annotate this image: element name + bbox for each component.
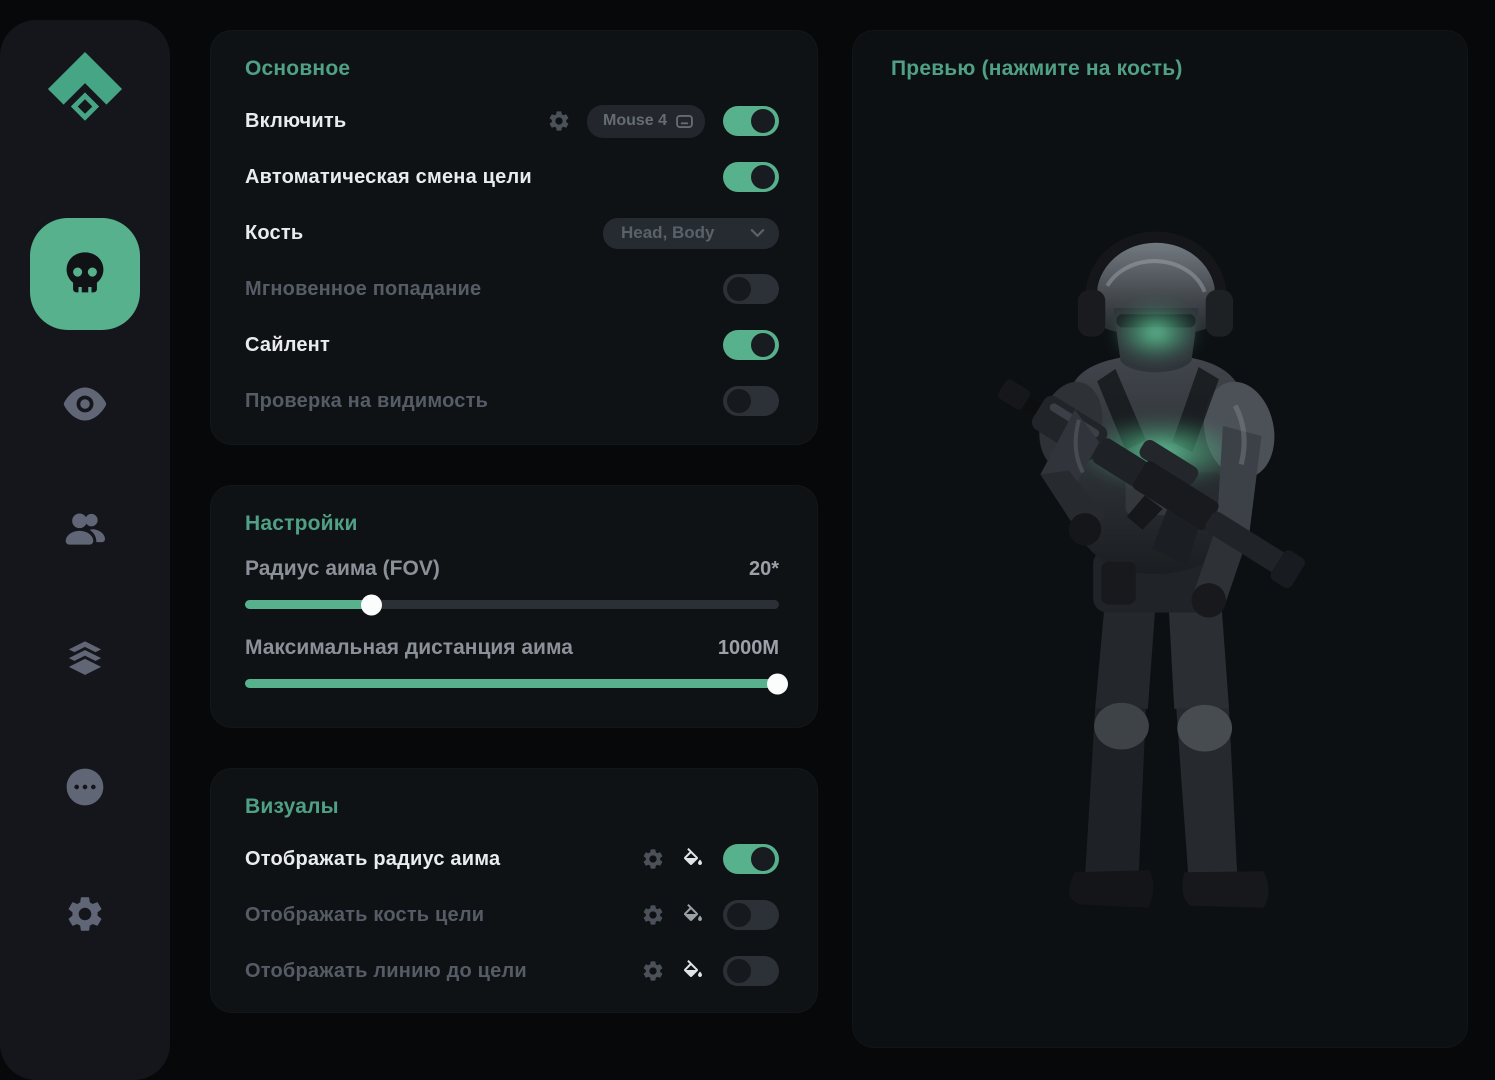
row-bone-label: Кость	[245, 221, 304, 244]
bone-dropdown[interactable]: Head, Body	[603, 217, 779, 249]
row-show-bone: Отображать кость цели	[245, 887, 779, 943]
fov-slider[interactable]	[245, 594, 779, 615]
fov-slider-group: Радиус аима (FOV) 20*	[245, 548, 779, 615]
show-line-color-icon[interactable]	[681, 959, 705, 983]
panel-settings-title: Настройки	[245, 512, 358, 535]
chat-dots-icon	[65, 767, 105, 807]
bone-dropdown-value: Head, Body	[621, 223, 715, 242]
sidebar-item-chat[interactable]	[65, 767, 105, 807]
instant-hit-toggle[interactable]	[723, 274, 779, 304]
enable-settings-gear-icon[interactable]	[547, 109, 571, 133]
show-line-gear-icon[interactable]	[641, 959, 665, 983]
distance-slider[interactable]	[245, 673, 788, 694]
show-bone-color-icon[interactable]	[681, 903, 705, 927]
row-enable: Включить Mouse 4	[245, 93, 779, 149]
show-fov-gear-icon[interactable]	[641, 847, 665, 871]
row-show-fov: Отображать радиус аима	[245, 831, 779, 887]
silent-toggle[interactable]	[723, 330, 779, 360]
sidebar-item-layers[interactable]	[64, 639, 106, 679]
enable-toggle[interactable]	[723, 106, 779, 136]
keybind-label: Mouse 4	[602, 112, 667, 129]
row-auto-target: Автоматическая смена цели	[245, 149, 779, 205]
sidebar-item-aimbot[interactable]	[30, 218, 140, 330]
key-icon	[676, 115, 693, 128]
panel-settings: Настройки Радиус аима (FOV) 20* Максимал…	[210, 485, 818, 728]
sidebar-item-visuals[interactable]	[63, 387, 107, 421]
panel-preview-title: Превью (нажмите на кость)	[891, 57, 1183, 80]
auto-target-toggle[interactable]	[723, 162, 779, 192]
row-show-bone-label: Отображать кость цели	[245, 903, 485, 926]
show-fov-color-icon[interactable]	[681, 847, 705, 871]
visibility-check-toggle[interactable]	[723, 386, 779, 416]
distance-slider-group: Максимальная дистанция аима 1000M	[245, 627, 788, 694]
sidebar-item-settings[interactable]	[64, 893, 106, 935]
fov-slider-knob[interactable]	[361, 594, 383, 615]
panel-visuals-title: Визуалы	[245, 795, 339, 818]
preview-soldier-model[interactable]	[971, 227, 1341, 927]
row-enable-label: Включить	[245, 109, 347, 132]
show-fov-toggle[interactable]	[723, 844, 779, 874]
fov-slider-label: Радиус аима (FOV)	[245, 557, 440, 580]
panel-main: Основное Включить Mouse 4 Автоматическая…	[210, 30, 818, 445]
panel-visuals: Визуалы Отображать радиус аима Отображат…	[210, 768, 818, 1013]
panel-preview: Превью (нажмите на кость)	[852, 30, 1468, 1048]
row-silent-label: Сайлент	[245, 333, 330, 356]
fov-slider-value: 20*	[748, 557, 779, 580]
app-window: Основное Включить Mouse 4 Автоматическая…	[0, 0, 1495, 1080]
skull-icon	[59, 248, 111, 300]
users-icon	[63, 511, 107, 549]
panel-main-title: Основное	[245, 57, 351, 80]
chevron-down-icon	[750, 228, 765, 238]
distance-slider-value: 1000M	[717, 636, 779, 659]
brand-diamond-logo	[46, 50, 124, 133]
row-instant-hit: Мгновенное попадание	[245, 261, 779, 317]
eye-icon	[63, 387, 107, 421]
show-bone-toggle[interactable]	[723, 900, 779, 930]
row-auto-target-label: Автоматическая смена цели	[245, 165, 532, 188]
layers-icon	[64, 639, 106, 679]
row-show-line-label: Отображать линию до цели	[245, 959, 527, 982]
sidebar-item-players[interactable]	[63, 511, 107, 549]
keybind-button[interactable]: Mouse 4	[586, 104, 705, 138]
row-show-fov-label: Отображать радиус аима	[245, 847, 501, 870]
row-silent: Сайлент	[245, 317, 779, 373]
row-visibility-check-label: Проверка на видимость	[245, 389, 489, 412]
distance-slider-label: Максимальная дистанция аима	[245, 636, 573, 659]
row-bone: Кость Head, Body	[245, 205, 779, 261]
row-show-line: Отображать линию до цели	[245, 943, 779, 999]
show-bone-gear-icon[interactable]	[641, 903, 665, 927]
distance-slider-knob[interactable]	[767, 673, 788, 694]
sidebar	[0, 20, 170, 1080]
row-visibility-check: Проверка на видимость	[245, 373, 779, 429]
row-instant-hit-label: Мгновенное попадание	[245, 277, 482, 300]
gear-icon	[64, 893, 106, 935]
show-line-toggle[interactable]	[723, 956, 779, 986]
